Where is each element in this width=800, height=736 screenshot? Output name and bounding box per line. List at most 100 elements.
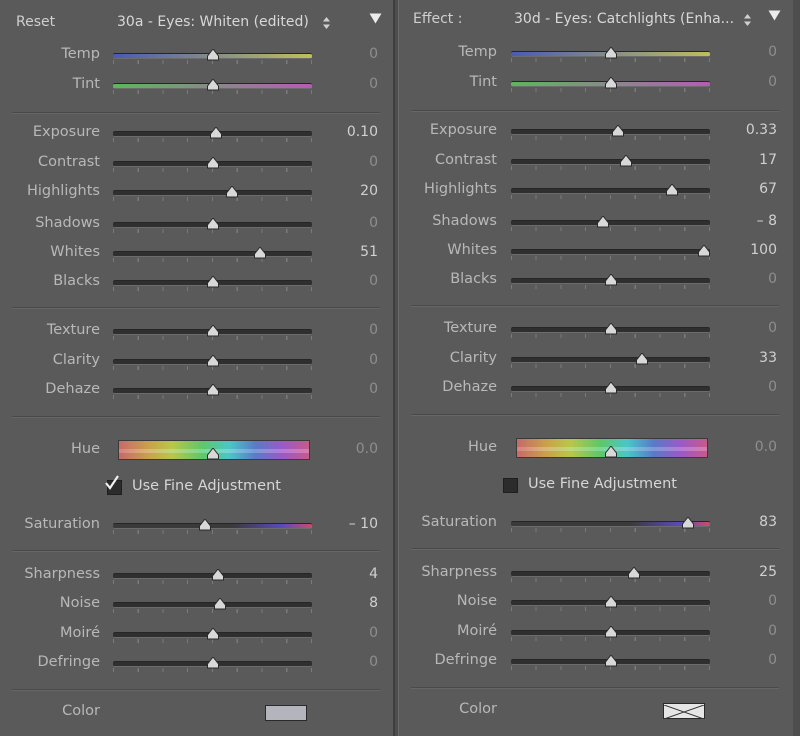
right-shadows-slider[interactable] (511, 220, 710, 226)
left-whites-slider[interactable] (113, 251, 312, 257)
left-defringe-slider-thumb[interactable] (206, 657, 219, 669)
left-sharpness-slider-thumb[interactable] (212, 569, 225, 581)
right-clarity-value[interactable]: 33 (727, 350, 777, 366)
right-moire-slider-thumb[interactable] (604, 626, 617, 638)
right-contrast-slider[interactable] (511, 159, 710, 165)
right-defringe-slider-thumb[interactable] (604, 655, 617, 667)
left-header-label[interactable]: Reset (16, 14, 55, 30)
left-moire-slider-thumb[interactable] (206, 628, 219, 640)
left-blacks-slider-thumb[interactable] (206, 276, 219, 288)
left-highlights-value[interactable]: 20 (328, 183, 378, 199)
right-temp-slider-thumb[interactable] (604, 47, 617, 59)
left-tint-slider-thumb[interactable] (206, 79, 219, 91)
left-exposure-slider-thumb[interactable] (210, 127, 223, 139)
left-exposure-value[interactable]: 0.10 (328, 124, 378, 140)
right-moire-value[interactable]: 0 (727, 623, 777, 639)
left-shadows-value[interactable]: 0 (328, 215, 378, 231)
left-whites-slider-thumb[interactable] (254, 247, 267, 259)
right-exposure-slider-thumb[interactable] (612, 125, 625, 137)
left-saturation-label: Saturation (24, 516, 100, 532)
left-noise-slider-thumb[interactable] (214, 598, 227, 610)
right-exposure-value[interactable]: 0.33 (727, 122, 777, 138)
left-highlights-slider[interactable] (113, 190, 312, 196)
right-dehaze-slider-thumb[interactable] (604, 382, 617, 394)
right-header-label[interactable]: Effect : (413, 11, 462, 27)
right-temp-value[interactable]: 0 (727, 44, 777, 60)
left-sharpness-value[interactable]: 4 (328, 566, 378, 582)
triangle-down-icon[interactable] (768, 10, 781, 25)
updown-arrows-icon[interactable] (743, 13, 752, 31)
right-whites-slider-thumb[interactable] (698, 245, 711, 257)
left-texture-slider-thumb[interactable] (206, 325, 219, 337)
left-clarity-value[interactable]: 0 (328, 352, 378, 368)
right-saturation-slider[interactable] (511, 521, 710, 527)
right-preset-name[interactable]: 30d - Eyes: Catchlights (Enha... (514, 11, 739, 27)
right-exposure-ticks (511, 136, 711, 140)
left-temp-value[interactable]: 0 (328, 46, 378, 62)
right-hue-slider-thumb[interactable] (605, 446, 617, 458)
right-shadows-slider-thumb[interactable] (596, 216, 609, 228)
triangle-down-icon[interactable] (369, 13, 382, 28)
left-saturation-value[interactable]: – 10 (328, 516, 378, 532)
left-saturation-slider-thumb[interactable] (198, 519, 211, 531)
right-saturation-value[interactable]: 83 (727, 514, 777, 530)
right-blacks-slider-thumb[interactable] (604, 274, 617, 286)
right-clarity-slider[interactable] (511, 357, 710, 363)
left-dehaze-slider-thumb[interactable] (206, 384, 219, 396)
right-blacks-value[interactable]: 0 (727, 271, 777, 287)
right-contrast-value[interactable]: 17 (727, 152, 777, 168)
right-highlights-slider-thumb[interactable] (666, 184, 679, 196)
left-blacks-value[interactable]: 0 (328, 273, 378, 289)
right-fine-adjustment-label[interactable]: Use Fine Adjustment (528, 476, 677, 492)
right-clarity-ticks (511, 364, 711, 368)
right-defringe-value[interactable]: 0 (727, 652, 777, 668)
right-texture-value[interactable]: 0 (727, 320, 777, 336)
left-shadows-slider-thumb[interactable] (206, 218, 219, 230)
left-blacks-label: Blacks (53, 273, 100, 289)
left-noise-value[interactable]: 8 (328, 595, 378, 611)
left-noise-slider[interactable] (113, 602, 312, 608)
left-tint-value[interactable]: 0 (328, 76, 378, 92)
right-noise-slider-thumb[interactable] (604, 596, 617, 608)
updown-arrows-icon[interactable] (322, 16, 331, 34)
left-temp-slider-thumb[interactable] (206, 49, 219, 61)
right-texture-slider-thumb[interactable] (604, 323, 617, 335)
right-whites-value[interactable]: 100 (727, 242, 777, 258)
right-fine-adjustment-checkbox[interactable] (503, 478, 518, 493)
left-texture-value[interactable]: 0 (328, 322, 378, 338)
right-noise-value[interactable]: 0 (727, 593, 777, 609)
right-tint-slider-thumb[interactable] (604, 77, 617, 89)
left-highlights-slider-thumb[interactable] (226, 186, 239, 198)
right-dehaze-value[interactable]: 0 (727, 379, 777, 395)
right-sharpness-slider[interactable] (511, 571, 710, 577)
left-dehaze-value[interactable]: 0 (328, 381, 378, 397)
left-contrast-value[interactable]: 0 (328, 154, 378, 170)
right-shadows-value[interactable]: – 8 (727, 213, 777, 229)
right-highlights-slider[interactable] (511, 188, 710, 194)
right-sharpness-slider-thumb[interactable] (628, 567, 641, 579)
left-saturation-slider[interactable] (113, 523, 312, 529)
left-saturation-ticks (113, 530, 313, 534)
left-fine-adjustment-label[interactable]: Use Fine Adjustment (132, 478, 281, 494)
local-adjustments-comparison: Reset 30a - Eyes: Whiten (edited) Temp 0 Tin… (0, 0, 800, 736)
right-exposure-slider[interactable] (511, 129, 710, 135)
right-saturation-slider-thumb[interactable] (682, 517, 695, 529)
left-contrast-slider-thumb[interactable] (206, 157, 219, 169)
left-hue-value[interactable]: 0.0 (328, 441, 378, 457)
right-tint-value[interactable]: 0 (727, 74, 777, 90)
right-color-swatch[interactable] (663, 703, 705, 720)
left-moire-value[interactable]: 0 (328, 625, 378, 641)
right-sharpness-value[interactable]: 25 (727, 564, 777, 580)
left-preset-name[interactable]: 30a - Eyes: Whiten (edited) (117, 14, 317, 30)
left-moire-label: Moiré (60, 625, 100, 641)
right-whites-slider[interactable] (511, 249, 710, 255)
right-clarity-slider-thumb[interactable] (636, 353, 649, 365)
right-contrast-slider-thumb[interactable] (620, 155, 633, 167)
left-defringe-value[interactable]: 0 (328, 654, 378, 670)
left-clarity-slider-thumb[interactable] (206, 355, 219, 367)
right-highlights-value[interactable]: 67 (727, 181, 777, 197)
right-hue-value[interactable]: 0.0 (727, 439, 777, 455)
left-color-swatch[interactable] (265, 705, 307, 721)
left-whites-value[interactable]: 51 (328, 244, 378, 260)
left-hue-slider-thumb[interactable] (207, 448, 219, 460)
